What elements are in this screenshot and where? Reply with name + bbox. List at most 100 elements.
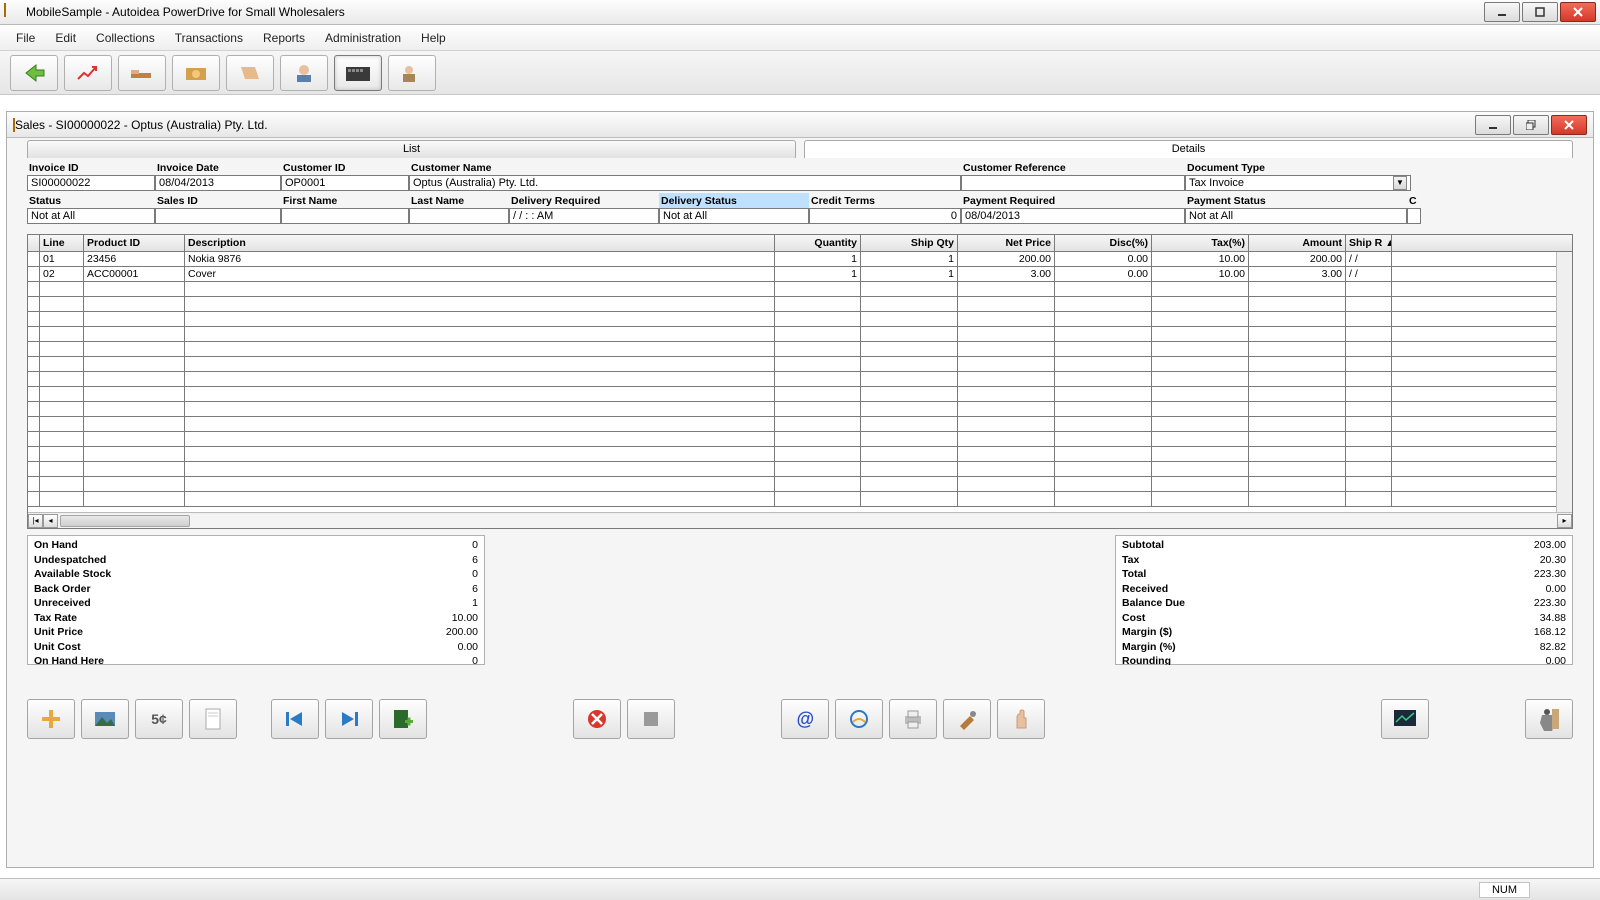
person-icon-button[interactable] (280, 55, 328, 91)
cell[interactable] (28, 252, 40, 266)
table-row[interactable] (28, 327, 1572, 342)
cell[interactable]: 1 (775, 252, 861, 266)
cell[interactable] (84, 492, 185, 506)
new-record-button[interactable] (379, 699, 427, 739)
cell[interactable] (1249, 282, 1346, 296)
cell[interactable] (28, 267, 40, 281)
cell[interactable] (40, 372, 84, 386)
cell[interactable] (775, 462, 861, 476)
cell[interactable] (861, 402, 958, 416)
cell[interactable] (28, 357, 40, 371)
back-button[interactable] (10, 55, 58, 91)
cell[interactable] (1346, 387, 1392, 401)
cell[interactable] (1346, 447, 1392, 461)
tool-button[interactable] (943, 699, 991, 739)
cell[interactable] (958, 402, 1055, 416)
bed-icon-button[interactable] (118, 55, 166, 91)
cell[interactable] (185, 327, 775, 341)
cell[interactable] (28, 342, 40, 356)
cell[interactable] (958, 492, 1055, 506)
cell[interactable] (1346, 477, 1392, 491)
cell[interactable] (861, 297, 958, 311)
cell[interactable] (1152, 402, 1249, 416)
cell[interactable] (958, 282, 1055, 296)
column-header[interactable]: Amount (1249, 235, 1346, 251)
tab-list[interactable]: List (27, 140, 796, 158)
cell[interactable] (1152, 417, 1249, 431)
field-customer-reference[interactable] (961, 175, 1185, 191)
field-customer-name[interactable]: Optus (Australia) Pty. Ltd. (409, 175, 961, 191)
cell[interactable] (861, 342, 958, 356)
column-header[interactable]: Quantity (775, 235, 861, 251)
customer-icon-button[interactable] (388, 55, 436, 91)
cell[interactable] (185, 297, 775, 311)
cell[interactable] (84, 477, 185, 491)
table-row[interactable] (28, 357, 1572, 372)
field-status[interactable]: Not at All (27, 208, 155, 224)
cell[interactable] (861, 462, 958, 476)
cell[interactable] (958, 327, 1055, 341)
cell[interactable] (84, 387, 185, 401)
cell[interactable] (28, 297, 40, 311)
cell[interactable] (775, 327, 861, 341)
cell[interactable] (40, 297, 84, 311)
cell[interactable] (185, 462, 775, 476)
child-restore-button[interactable] (1513, 115, 1549, 135)
cell[interactable] (1055, 417, 1152, 431)
cell[interactable] (40, 312, 84, 326)
cell[interactable] (185, 312, 775, 326)
cell[interactable] (185, 357, 775, 371)
cell[interactable]: 200.00 (958, 252, 1055, 266)
cell[interactable] (1055, 297, 1152, 311)
cell[interactable] (958, 417, 1055, 431)
cell[interactable] (861, 312, 958, 326)
cell[interactable] (1055, 357, 1152, 371)
cell[interactable] (185, 432, 775, 446)
scroll-right-icon[interactable]: ▸ (1557, 514, 1572, 528)
cell[interactable] (28, 327, 40, 341)
cell[interactable]: Nokia 9876 (185, 252, 775, 266)
cell[interactable] (1152, 447, 1249, 461)
cell[interactable] (1249, 447, 1346, 461)
cell[interactable] (958, 312, 1055, 326)
cell[interactable]: 02 (40, 267, 84, 281)
cell[interactable] (1152, 297, 1249, 311)
column-header[interactable] (28, 235, 40, 251)
cell[interactable]: 0.00 (1055, 252, 1152, 266)
cell[interactable] (1055, 492, 1152, 506)
cell[interactable]: ACC00001 (84, 267, 185, 281)
image-button[interactable] (81, 699, 129, 739)
stop-button[interactable] (627, 699, 675, 739)
cell[interactable] (40, 357, 84, 371)
table-row[interactable] (28, 432, 1572, 447)
menu-edit[interactable]: Edit (45, 27, 86, 49)
cell[interactable] (1055, 477, 1152, 491)
cell[interactable]: 3.00 (1249, 267, 1346, 281)
cell[interactable]: 23456 (84, 252, 185, 266)
column-header[interactable]: Ship R ▲ (1346, 235, 1392, 251)
cell[interactable] (958, 372, 1055, 386)
cell[interactable] (775, 432, 861, 446)
field-first-name[interactable] (281, 208, 409, 224)
browser-button[interactable] (835, 699, 883, 739)
cell[interactable]: 1 (861, 267, 958, 281)
cell[interactable] (185, 477, 775, 491)
cell[interactable] (775, 492, 861, 506)
cell[interactable] (84, 342, 185, 356)
table-row[interactable]: 02ACC00001Cover113.000.0010.003.00/ / (28, 267, 1572, 282)
cell[interactable] (861, 447, 958, 461)
cell[interactable] (40, 342, 84, 356)
tab-details[interactable]: Details (804, 140, 1573, 158)
cancel-button[interactable] (573, 699, 621, 739)
cell[interactable] (1152, 357, 1249, 371)
field-customer-id[interactable]: OP0001 (281, 175, 409, 191)
cell[interactable] (1346, 417, 1392, 431)
cell[interactable] (861, 492, 958, 506)
cell[interactable] (1249, 342, 1346, 356)
cell[interactable] (958, 447, 1055, 461)
table-row[interactable] (28, 492, 1572, 507)
cell[interactable] (775, 282, 861, 296)
maximize-button[interactable] (1522, 2, 1558, 22)
cell[interactable] (185, 492, 775, 506)
cell[interactable] (958, 387, 1055, 401)
